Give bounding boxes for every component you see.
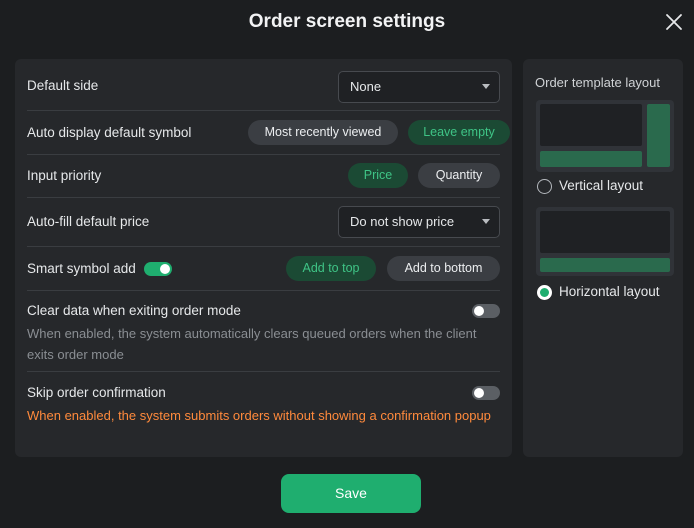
setting-row-clear-data: Clear data when exiting order mode When …	[27, 291, 500, 372]
skip-confirmation-toggle[interactable]	[472, 386, 500, 400]
template-layout-title: Order template layout	[535, 75, 661, 90]
horizontal-layout-label: Horizontal layout	[559, 284, 660, 299]
price-priority-button[interactable]: Price	[348, 163, 408, 188]
clear-data-toggle[interactable]	[472, 304, 500, 318]
settings-panel: Default side None Auto display default s…	[15, 59, 512, 457]
vertical-layout-thumbnail[interactable]	[536, 100, 674, 172]
skip-confirmation-warning: When enabled, the system submits orders …	[27, 408, 491, 423]
most-recently-viewed-button[interactable]: Most recently viewed	[248, 120, 398, 145]
auto-fill-price-label: Auto-fill default price	[27, 214, 150, 229]
add-to-bottom-button[interactable]: Add to bottom	[387, 256, 500, 281]
vertical-layout-label: Vertical layout	[559, 178, 644, 193]
dialog-title: Order screen settings	[248, 11, 446, 32]
input-priority-label: Input priority	[27, 168, 102, 183]
setting-row-auto-display: Auto display default symbol Most recentl…	[27, 111, 510, 155]
template-layout-panel: Order template layout Vertical layout Ho…	[523, 59, 683, 457]
radio-selected-icon	[537, 285, 552, 300]
thumb-bottom-bar	[540, 258, 670, 272]
toggle-knob	[474, 388, 484, 398]
quantity-priority-button[interactable]: Quantity	[418, 163, 500, 188]
chevron-down-icon	[482, 84, 490, 89]
auto-display-label: Auto display default symbol	[27, 125, 192, 140]
thumb-side-bar	[647, 104, 670, 167]
thumb-bottom-bar	[540, 151, 642, 167]
horizontal-layout-thumbnail[interactable]	[536, 207, 674, 276]
horizontal-layout-radio[interactable]: Horizontal layout	[537, 284, 677, 302]
thumb-main-area	[540, 211, 670, 253]
radio-unselected-icon	[537, 179, 552, 194]
auto-fill-price-select[interactable]: Do not show price	[338, 206, 500, 238]
leave-empty-button[interactable]: Leave empty	[408, 120, 510, 145]
default-side-label: Default side	[27, 78, 99, 93]
auto-fill-price-value: Do not show price	[350, 214, 455, 229]
toggle-knob	[474, 306, 484, 316]
setting-row-input-priority: Input priority Price Quantity	[27, 155, 500, 198]
toggle-knob	[160, 264, 170, 274]
setting-row-skip-confirmation: Skip order confirmation When enabled, th…	[27, 372, 500, 452]
setting-row-auto-fill-price: Auto-fill default price Do not show pric…	[27, 198, 500, 247]
vertical-layout-radio[interactable]: Vertical layout	[537, 178, 667, 196]
close-icon	[666, 14, 682, 30]
skip-confirmation-label: Skip order confirmation	[27, 385, 166, 400]
clear-data-label: Clear data when exiting order mode	[27, 303, 241, 318]
default-side-select[interactable]: None	[338, 71, 500, 103]
chevron-down-icon	[482, 219, 490, 224]
save-button[interactable]: Save	[281, 474, 421, 513]
setting-row-smart-symbol-add: Smart symbol add Add to top Add to botto…	[27, 247, 500, 291]
smart-symbol-add-label: Smart symbol add	[27, 261, 136, 276]
add-to-top-button[interactable]: Add to top	[286, 256, 376, 281]
smart-symbol-add-toggle[interactable]	[144, 262, 172, 276]
clear-data-description: When enabled, the system automatically c…	[27, 326, 477, 362]
setting-row-default-side: Default side None	[27, 59, 500, 111]
default-side-value: None	[350, 79, 382, 94]
thumb-main-area	[540, 104, 642, 146]
close-button[interactable]	[663, 11, 685, 33]
